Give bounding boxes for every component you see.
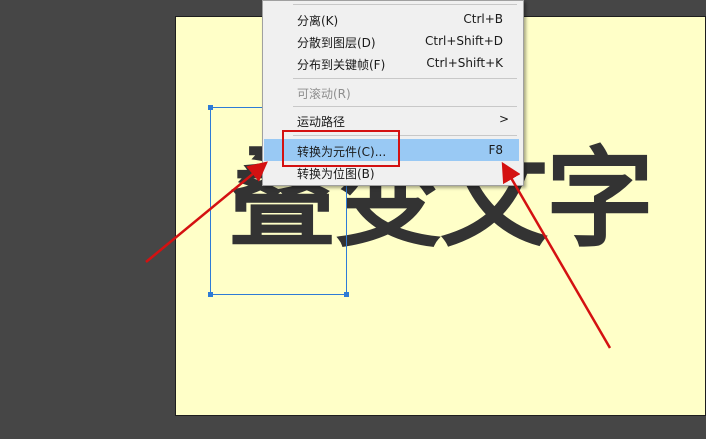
right-arrow-icon bbox=[501, 161, 612, 349]
annotation-arrows bbox=[145, 161, 612, 349]
left-arrow-icon bbox=[145, 161, 268, 263]
